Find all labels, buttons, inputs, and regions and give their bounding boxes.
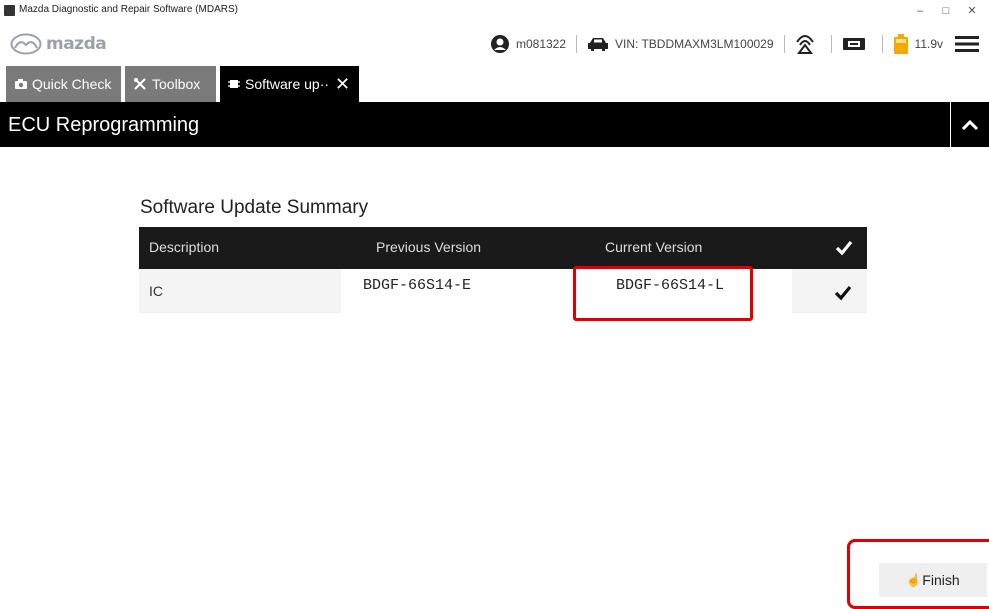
status-bar: m081322 VIN: TBDDMAXM3LM100029 11.9v — [490, 22, 979, 66]
vci-device-icon[interactable] — [842, 36, 866, 52]
close-tab-icon[interactable]: ✕ — [335, 74, 350, 95]
tab-label: Software up·· — [245, 76, 330, 92]
current-version-highlight — [573, 266, 753, 321]
user-icon[interactable] — [490, 34, 510, 54]
divider — [783, 35, 785, 53]
summary-title: Software Update Summary — [140, 197, 369, 218]
tab-bar: Quick Check Toolbox Software up·· ✕ — [0, 66, 989, 102]
window-titlebar: Mazda Diagnostic and Repair Software (MD… — [0, 0, 989, 22]
minimize-button[interactable]: – — [906, 2, 934, 20]
tab-software-update[interactable]: Software up·· ✕ — [220, 66, 359, 102]
tab-quick-check[interactable]: Quick Check — [6, 66, 121, 102]
tab-toolbox[interactable]: Toolbox — [125, 66, 216, 102]
table-row: IC BDGF-66S14-E BDGF-66S14-L — [139, 269, 867, 324]
tab-label: Quick Check — [32, 76, 112, 92]
finish-highlight — [847, 539, 989, 609]
wireless-connection-icon[interactable] — [795, 33, 815, 55]
tools-icon — [133, 77, 147, 91]
battery-icon — [893, 34, 909, 54]
section-banner: ECU Reprogramming — [0, 102, 989, 147]
mazda-logo: mazda — [10, 29, 107, 59]
window-title: Mazda Diagnostic and Repair Software (MD… — [19, 4, 238, 15]
mazda-emblem-icon — [10, 33, 42, 55]
row-cell-background — [139, 269, 341, 312]
chip-icon — [228, 78, 240, 90]
camera-icon — [14, 78, 28, 90]
collapse-button[interactable] — [950, 102, 989, 147]
close-window-button[interactable]: ✕ — [958, 2, 986, 20]
header-check-icon — [835, 240, 853, 259]
tab-label: Toolbox — [152, 76, 201, 92]
column-header-current-version: Current Version — [605, 239, 703, 255]
app-header: mazda m081322 VIN: TBDDMAXM3LM100029 11.… — [0, 22, 989, 66]
app-icon — [4, 5, 15, 16]
table-header: Description Previous Version Current Ver… — [139, 227, 867, 269]
divider — [576, 35, 578, 53]
summary-table: Description Previous Version Current Ver… — [139, 227, 867, 324]
row-description: IC — [149, 282, 163, 299]
vin-label: VIN: TBDDMAXM3LM100029 — [615, 37, 774, 51]
row-cell-background — [792, 269, 867, 312]
divider — [830, 35, 832, 53]
row-previous-version: BDGF-66S14-E — [363, 277, 472, 294]
success-check-icon — [834, 271, 852, 314]
menu-icon[interactable] — [955, 35, 979, 53]
battery-voltage: 11.9v — [914, 37, 943, 51]
car-icon — [587, 36, 609, 52]
divider — [881, 35, 883, 53]
page-title: ECU Reprogramming — [8, 114, 200, 136]
logo-wordmark: mazda — [46, 34, 107, 54]
chevron-up-icon — [961, 119, 979, 130]
maximize-button[interactable]: □ — [932, 2, 960, 20]
user-id: m081322 — [515, 37, 567, 51]
column-header-previous-version: Previous Version — [376, 239, 482, 255]
column-header-description: Description — [149, 239, 220, 255]
